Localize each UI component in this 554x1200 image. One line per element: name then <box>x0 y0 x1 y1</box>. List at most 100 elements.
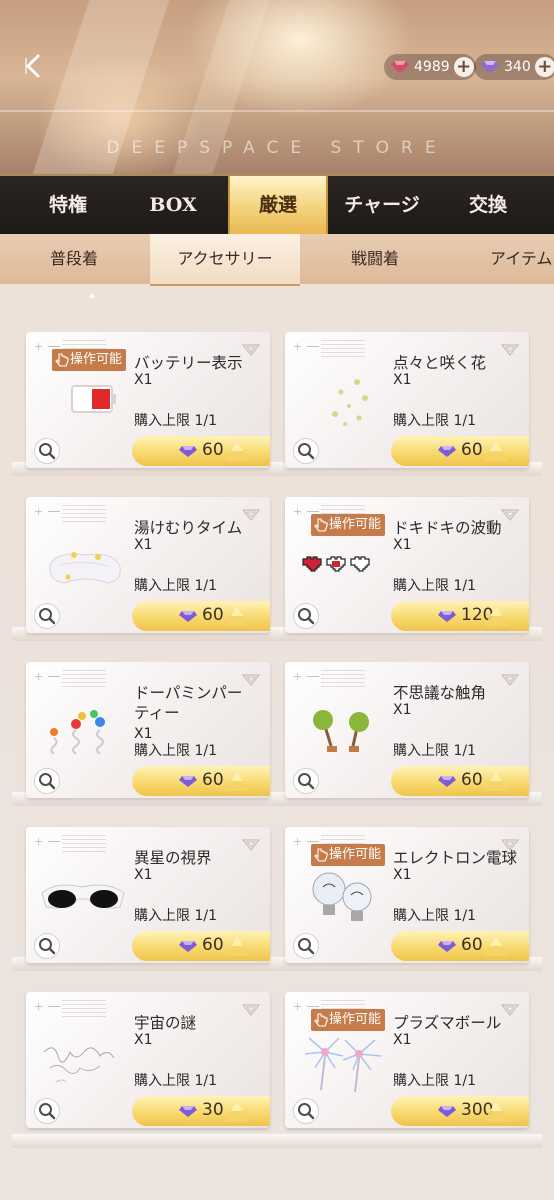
flower-sparkles-icon <box>295 372 389 436</box>
price-value: 60 <box>461 770 483 790</box>
line-decoration <box>307 511 319 512</box>
magnifier-icon <box>298 1103 315 1120</box>
back-button[interactable] <box>16 48 52 84</box>
tab-exchange[interactable]: 交換 <box>440 176 536 234</box>
buy-price-button[interactable]: 60 <box>391 436 529 466</box>
preview-button[interactable] <box>34 438 60 464</box>
item-name: 点々と咲く花 <box>393 354 487 372</box>
preview-button[interactable] <box>293 1098 319 1124</box>
item-card[interactable]: + 点々と咲く花 X1 購入上限 1/1 60 <box>285 332 529 468</box>
item-card[interactable]: + 操作可能 プラズマボール X1 購入上限 1/1 300 <box>285 992 529 1128</box>
operable-badge-label: 操作可能 <box>70 352 123 367</box>
operable-badge-label: 操作可能 <box>329 847 382 862</box>
triangle-decoration-icon <box>225 441 249 461</box>
pixel-hearts-icon <box>295 537 389 601</box>
buy-price-button[interactable]: 30 <box>132 1096 270 1126</box>
sparkle-decoration: ✦ <box>88 292 97 303</box>
buy-price-button[interactable]: 60 <box>132 931 270 961</box>
buy-price-button[interactable]: 60 <box>132 766 270 796</box>
tab-box[interactable]: BOX <box>125 176 221 234</box>
preview-button[interactable] <box>293 933 319 959</box>
operable-badge-label: 操作可能 <box>329 1012 382 1027</box>
preview-button[interactable] <box>34 768 60 794</box>
line-decoration <box>48 676 60 677</box>
plus-decoration: + <box>34 670 44 683</box>
purple-diamond-icon <box>438 941 456 952</box>
tab-selection[interactable]: 厳選 <box>228 176 328 234</box>
item-quantity: X1 <box>393 867 412 883</box>
item-card[interactable]: + 宇宙の謎 X1 購入上限 1/1 30 <box>26 992 270 1128</box>
price-value: 60 <box>202 935 224 955</box>
towel-headband-icon <box>36 537 130 601</box>
price-value: 30 <box>202 1100 224 1120</box>
purchase-limit: 購入上限 1/1 <box>134 578 217 594</box>
preview-button[interactable] <box>293 603 319 629</box>
triangle-decoration-icon <box>225 936 249 956</box>
purple-diamond-icon <box>438 446 456 457</box>
price-value: 60 <box>461 935 483 955</box>
purple-diamond-icon <box>438 611 456 622</box>
purple-diamond-icon <box>481 61 499 73</box>
preview-button[interactable] <box>293 438 319 464</box>
buy-price-button[interactable]: 60 <box>132 436 270 466</box>
magnifier-icon <box>39 773 56 790</box>
tab-privilege[interactable]: 特権 <box>20 176 116 234</box>
fine-print-decoration <box>62 835 106 853</box>
item-card[interactable]: + ドーパミンパーティー X1 購入上限 1/1 60 <box>26 662 270 798</box>
subtab-casual[interactable]: 普段着 <box>14 234 134 284</box>
add-currency-button[interactable]: + <box>534 57 554 77</box>
item-name: 宇宙の謎 <box>134 1014 197 1032</box>
item-card[interactable]: + 操作可能 ドキドキの波動 X1 購入上限 1/1 120 <box>285 497 529 633</box>
item-card[interactable]: + 操作可能 バッテリー表示 X1 購入上限 1/1 60 <box>26 332 270 468</box>
purchase-limit: 購入上限 1/1 <box>393 578 476 594</box>
preview-button[interactable] <box>34 1098 60 1124</box>
subtab-items[interactable]: アイテム <box>470 234 554 284</box>
preview-button[interactable] <box>34 933 60 959</box>
hand-pointer-icon <box>314 848 328 862</box>
fine-print-decoration <box>321 340 365 358</box>
battery-icon <box>36 372 130 436</box>
plasma-ball-icon <box>295 1032 389 1096</box>
price-value: 60 <box>202 770 224 790</box>
item-name: ドキドキの波動 <box>393 519 502 537</box>
fine-print-decoration <box>62 505 106 523</box>
item-name: エレクトロン電球 <box>393 849 518 867</box>
item-card[interactable]: + 不思議な触角 X1 購入上限 1/1 60 <box>285 662 529 798</box>
butterfly-springs-icon <box>36 702 130 766</box>
buy-price-button[interactable]: 60 <box>391 931 529 961</box>
add-currency-button[interactable]: + <box>453 57 474 77</box>
back-arrow-icon <box>25 54 40 78</box>
plus-decoration: + <box>34 1000 44 1013</box>
subtab-accessory[interactable]: アクセサリー <box>150 234 300 286</box>
currency-red-diamond: 4989 + <box>384 54 476 80</box>
buy-price-button[interactable]: 300 <box>391 1096 529 1126</box>
item-card[interactable]: + 湯けむりタイム X1 購入上限 1/1 60 <box>26 497 270 633</box>
item-card[interactable]: + 異星の視界 X1 購入上限 1/1 60 <box>26 827 270 963</box>
hand-pointer-icon <box>55 353 69 367</box>
line-decoration <box>307 1006 319 1007</box>
item-quantity: X1 <box>134 1032 153 1048</box>
preview-button[interactable] <box>293 768 319 794</box>
operable-badge: 操作可能 <box>52 349 127 371</box>
currency-purple-value: 340 <box>504 59 531 75</box>
subtab-battle[interactable]: 戦闘着 <box>310 234 440 284</box>
item-card[interactable]: + 操作可能 エレクトロン電球 X1 購入上限 1/1 60 <box>285 827 529 963</box>
purple-diamond-icon <box>179 446 197 457</box>
buy-price-button[interactable]: 120 <box>391 601 529 631</box>
triangle-decoration-icon <box>225 1101 249 1121</box>
fine-print-decoration <box>321 670 365 688</box>
preview-button[interactable] <box>34 603 60 629</box>
magnifier-icon <box>298 938 315 955</box>
buy-price-button[interactable]: 60 <box>132 601 270 631</box>
item-quantity: X1 <box>134 537 153 553</box>
currency-purple-diamond: 340 + <box>474 54 554 80</box>
store-banner: DEEPSPACE STORE <box>0 0 554 174</box>
item-quantity: X1 <box>393 1032 412 1048</box>
tab-charge[interactable]: チャージ <box>334 176 430 234</box>
line-decoration <box>48 1006 60 1007</box>
line-decoration <box>307 346 319 347</box>
shelf <box>12 1134 542 1148</box>
item-name: プラズマボール <box>393 1014 502 1032</box>
line-decoration <box>307 676 319 677</box>
buy-price-button[interactable]: 60 <box>391 766 529 796</box>
